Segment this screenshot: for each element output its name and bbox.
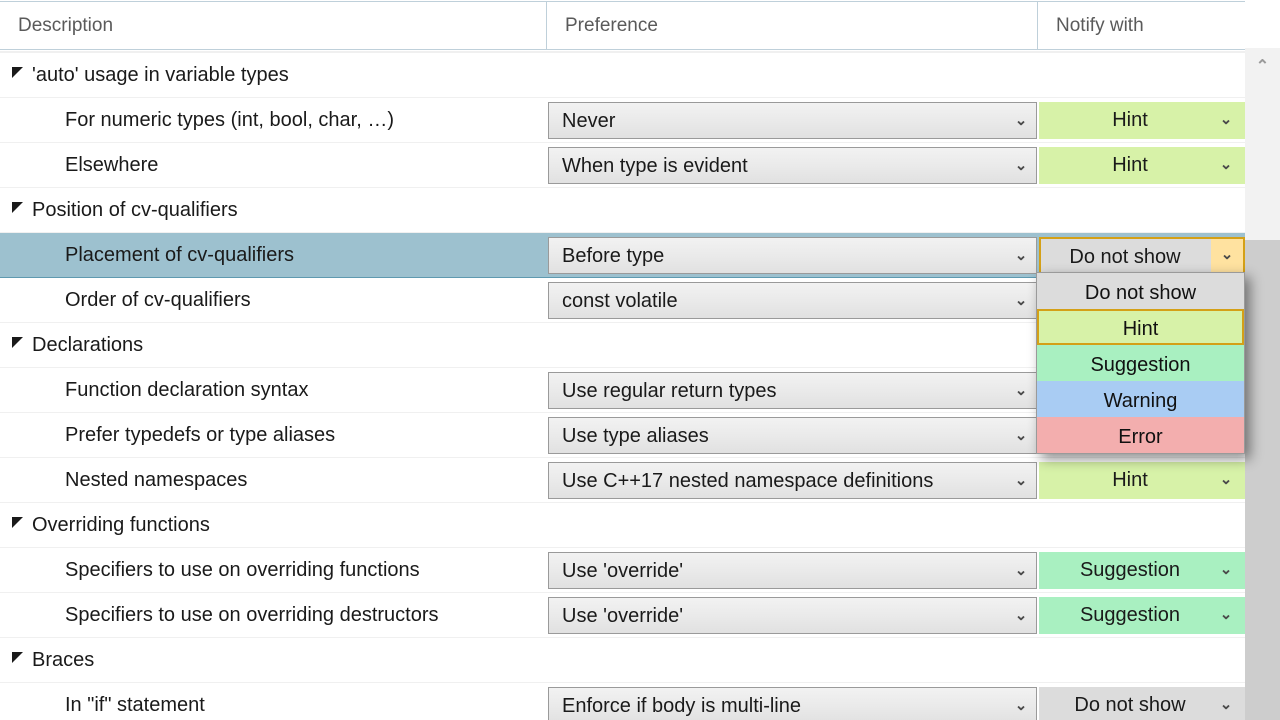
preferences-grid: Description Preference Notify with 'auto…: [0, 0, 1280, 720]
chevron-down-icon[interactable]: ⌄: [1008, 148, 1034, 185]
chevron-down-icon[interactable]: ⌄: [1008, 598, 1034, 635]
group-label-text: 'auto' usage in variable types: [32, 64, 289, 86]
preference-value: When type is evident: [562, 155, 748, 177]
preference-combobox[interactable]: Use 'override' ⌄: [548, 552, 1037, 589]
notify-with-value: Do not show: [1069, 246, 1181, 268]
preference-value: Use 'override': [562, 560, 684, 582]
expander-triangle-icon[interactable]: [12, 517, 23, 528]
notify-with-combobox[interactable]: Suggestion ⌄: [1039, 552, 1245, 589]
preference-value: Use regular return types: [562, 380, 777, 402]
group-label-text: Braces: [32, 649, 95, 671]
group-label: Overriding functions: [12, 503, 210, 548]
preference-value: Use 'override': [562, 605, 684, 627]
preference-combobox[interactable]: Use 'override' ⌄: [548, 597, 1037, 634]
expander-triangle-icon[interactable]: [12, 67, 23, 78]
group-label-text: Position of cv-qualifiers: [32, 199, 238, 221]
setting-label: Placement of cv-qualifiers: [65, 244, 294, 266]
expander-triangle-icon[interactable]: [12, 202, 23, 213]
dropdown-option[interactable]: Do not show: [1037, 273, 1244, 309]
chevron-down-icon[interactable]: ⌄: [1008, 463, 1034, 500]
dropdown-option[interactable]: Error: [1037, 417, 1244, 453]
preference-combobox[interactable]: Use type aliases ⌄: [548, 417, 1037, 454]
setting-label: Prefer typedefs or type aliases: [65, 424, 336, 446]
notify-with-combobox[interactable]: Suggestion ⌄: [1039, 597, 1245, 634]
table-row[interactable]: Specifiers to use on overriding destruct…: [0, 593, 1245, 638]
scrollbar-thumb[interactable]: [1245, 240, 1280, 720]
chevron-down-icon[interactable]: ⌄: [1008, 553, 1034, 590]
dropdown-option[interactable]: Suggestion: [1037, 345, 1244, 381]
group-label: Declarations: [12, 323, 143, 368]
chevron-down-icon[interactable]: ⌄: [1213, 102, 1239, 139]
column-header-notify-with[interactable]: Notify with: [1037, 1, 1246, 50]
chevron-down-icon[interactable]: ⌄: [1213, 462, 1239, 499]
table-row[interactable]: For numeric types (int, bool, char, …) Ne…: [0, 98, 1245, 143]
dropdown-option[interactable]: Hint: [1037, 309, 1244, 345]
setting-label: Order of cv-qualifiers: [65, 289, 251, 311]
preference-combobox[interactable]: const volatile ⌄: [548, 282, 1037, 319]
chevron-down-icon[interactable]: ⌄: [1008, 373, 1034, 410]
column-header-description[interactable]: Description: [0, 1, 547, 50]
column-header-preference[interactable]: Preference: [546, 1, 1038, 50]
preference-value: Use type aliases: [562, 425, 709, 447]
vertical-scrollbar[interactable]: ⌃: [1245, 0, 1280, 720]
preference-combobox[interactable]: Use C++17 nested namespace definitions ⌄: [548, 462, 1037, 499]
group-header-row[interactable]: Overriding functions: [0, 503, 1245, 548]
setting-label: Specifiers to use on overriding destruct…: [65, 604, 439, 626]
chevron-down-icon[interactable]: ⌄: [1213, 147, 1239, 184]
notify-with-combobox[interactable]: Hint ⌄: [1039, 462, 1245, 499]
group-header-row[interactable]: 'auto' usage in variable types: [0, 53, 1245, 98]
chevron-down-icon[interactable]: ⌄: [1008, 238, 1034, 275]
preference-value: const volatile: [562, 290, 678, 312]
group-header-row[interactable]: Braces: [0, 638, 1245, 683]
table-row[interactable]: Nested namespaces Use C++17 nested namesp…: [0, 458, 1245, 503]
notify-severity-dropdown[interactable]: Do not show Hint Suggestion Warning Error: [1036, 272, 1245, 454]
notify-with-combobox[interactable]: Do not show ⌄: [1039, 687, 1245, 720]
group-label-text: Overriding functions: [32, 514, 210, 536]
chevron-down-icon[interactable]: ⌄: [1211, 239, 1243, 272]
preference-combobox[interactable]: Use regular return types ⌄: [548, 372, 1037, 409]
chevron-down-icon[interactable]: ⌄: [1008, 283, 1034, 320]
preference-value: Enforce if body is multi-line: [562, 695, 801, 717]
grid-header: Description Preference Notify with: [0, 0, 1280, 51]
setting-label: Nested namespaces: [65, 469, 248, 491]
group-label: 'auto' usage in variable types: [12, 53, 289, 98]
chevron-down-icon[interactable]: ⌄: [1008, 103, 1034, 140]
group-header-row[interactable]: Position of cv-qualifiers: [0, 188, 1245, 233]
scroll-up-icon[interactable]: ⌃: [1245, 48, 1280, 86]
setting-label: For numeric types (int, bool, char, …): [65, 109, 395, 131]
preference-combobox[interactable]: Never ⌄: [548, 102, 1037, 139]
preference-value: Never: [562, 110, 616, 132]
chevron-down-icon[interactable]: ⌄: [1008, 418, 1034, 455]
chevron-down-icon[interactable]: ⌄: [1213, 597, 1239, 634]
table-row[interactable]: In "if" statement Enforce if body is mult…: [0, 683, 1245, 720]
dropdown-option[interactable]: Warning: [1037, 381, 1244, 417]
group-label: Position of cv-qualifiers: [12, 188, 238, 233]
expander-triangle-icon[interactable]: [12, 337, 23, 348]
preference-value: Before type: [562, 245, 665, 267]
setting-label: Function declaration syntax: [65, 379, 309, 401]
preference-combobox[interactable]: Before type ⌄: [548, 237, 1037, 274]
setting-label: Specifiers to use on overriding function…: [65, 559, 420, 581]
setting-label: Elsewhere: [65, 154, 159, 176]
table-row[interactable]: Specifiers to use on overriding function…: [0, 548, 1245, 593]
notify-with-combobox[interactable]: Hint ⌄: [1039, 147, 1245, 184]
notify-with-combobox[interactable]: Do not show ⌄: [1039, 237, 1245, 274]
table-row[interactable]: Elsewhere When type is evident ⌄ Hint ⌄: [0, 143, 1245, 188]
preference-combobox[interactable]: Enforce if body is multi-line ⌄: [548, 687, 1037, 720]
group-label-text: Declarations: [32, 334, 144, 356]
group-label: Braces: [12, 638, 94, 683]
chevron-down-icon[interactable]: ⌄: [1008, 688, 1034, 720]
preference-combobox[interactable]: When type is evident ⌄: [548, 147, 1037, 184]
notify-with-combobox[interactable]: Hint ⌄: [1039, 102, 1245, 139]
chevron-down-icon[interactable]: ⌄: [1213, 552, 1239, 589]
chevron-down-icon[interactable]: ⌄: [1213, 687, 1239, 720]
expander-triangle-icon[interactable]: [12, 652, 23, 663]
setting-label: In "if" statement: [65, 694, 205, 716]
preference-value: Use C++17 nested namespace definitions: [562, 470, 934, 492]
